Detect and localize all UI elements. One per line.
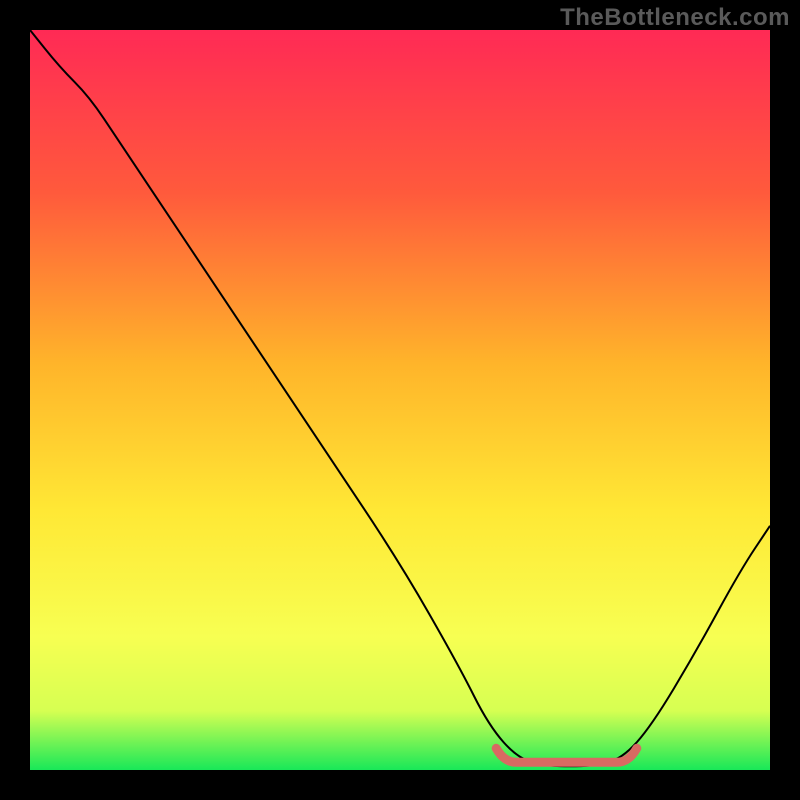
watermark-text: TheBottleneck.com — [560, 4, 790, 32]
bottleneck-chart — [30, 30, 770, 770]
gradient-background — [30, 30, 770, 770]
chart-frame: TheBottleneck.com — [0, 0, 800, 800]
plot-area — [30, 30, 770, 770]
